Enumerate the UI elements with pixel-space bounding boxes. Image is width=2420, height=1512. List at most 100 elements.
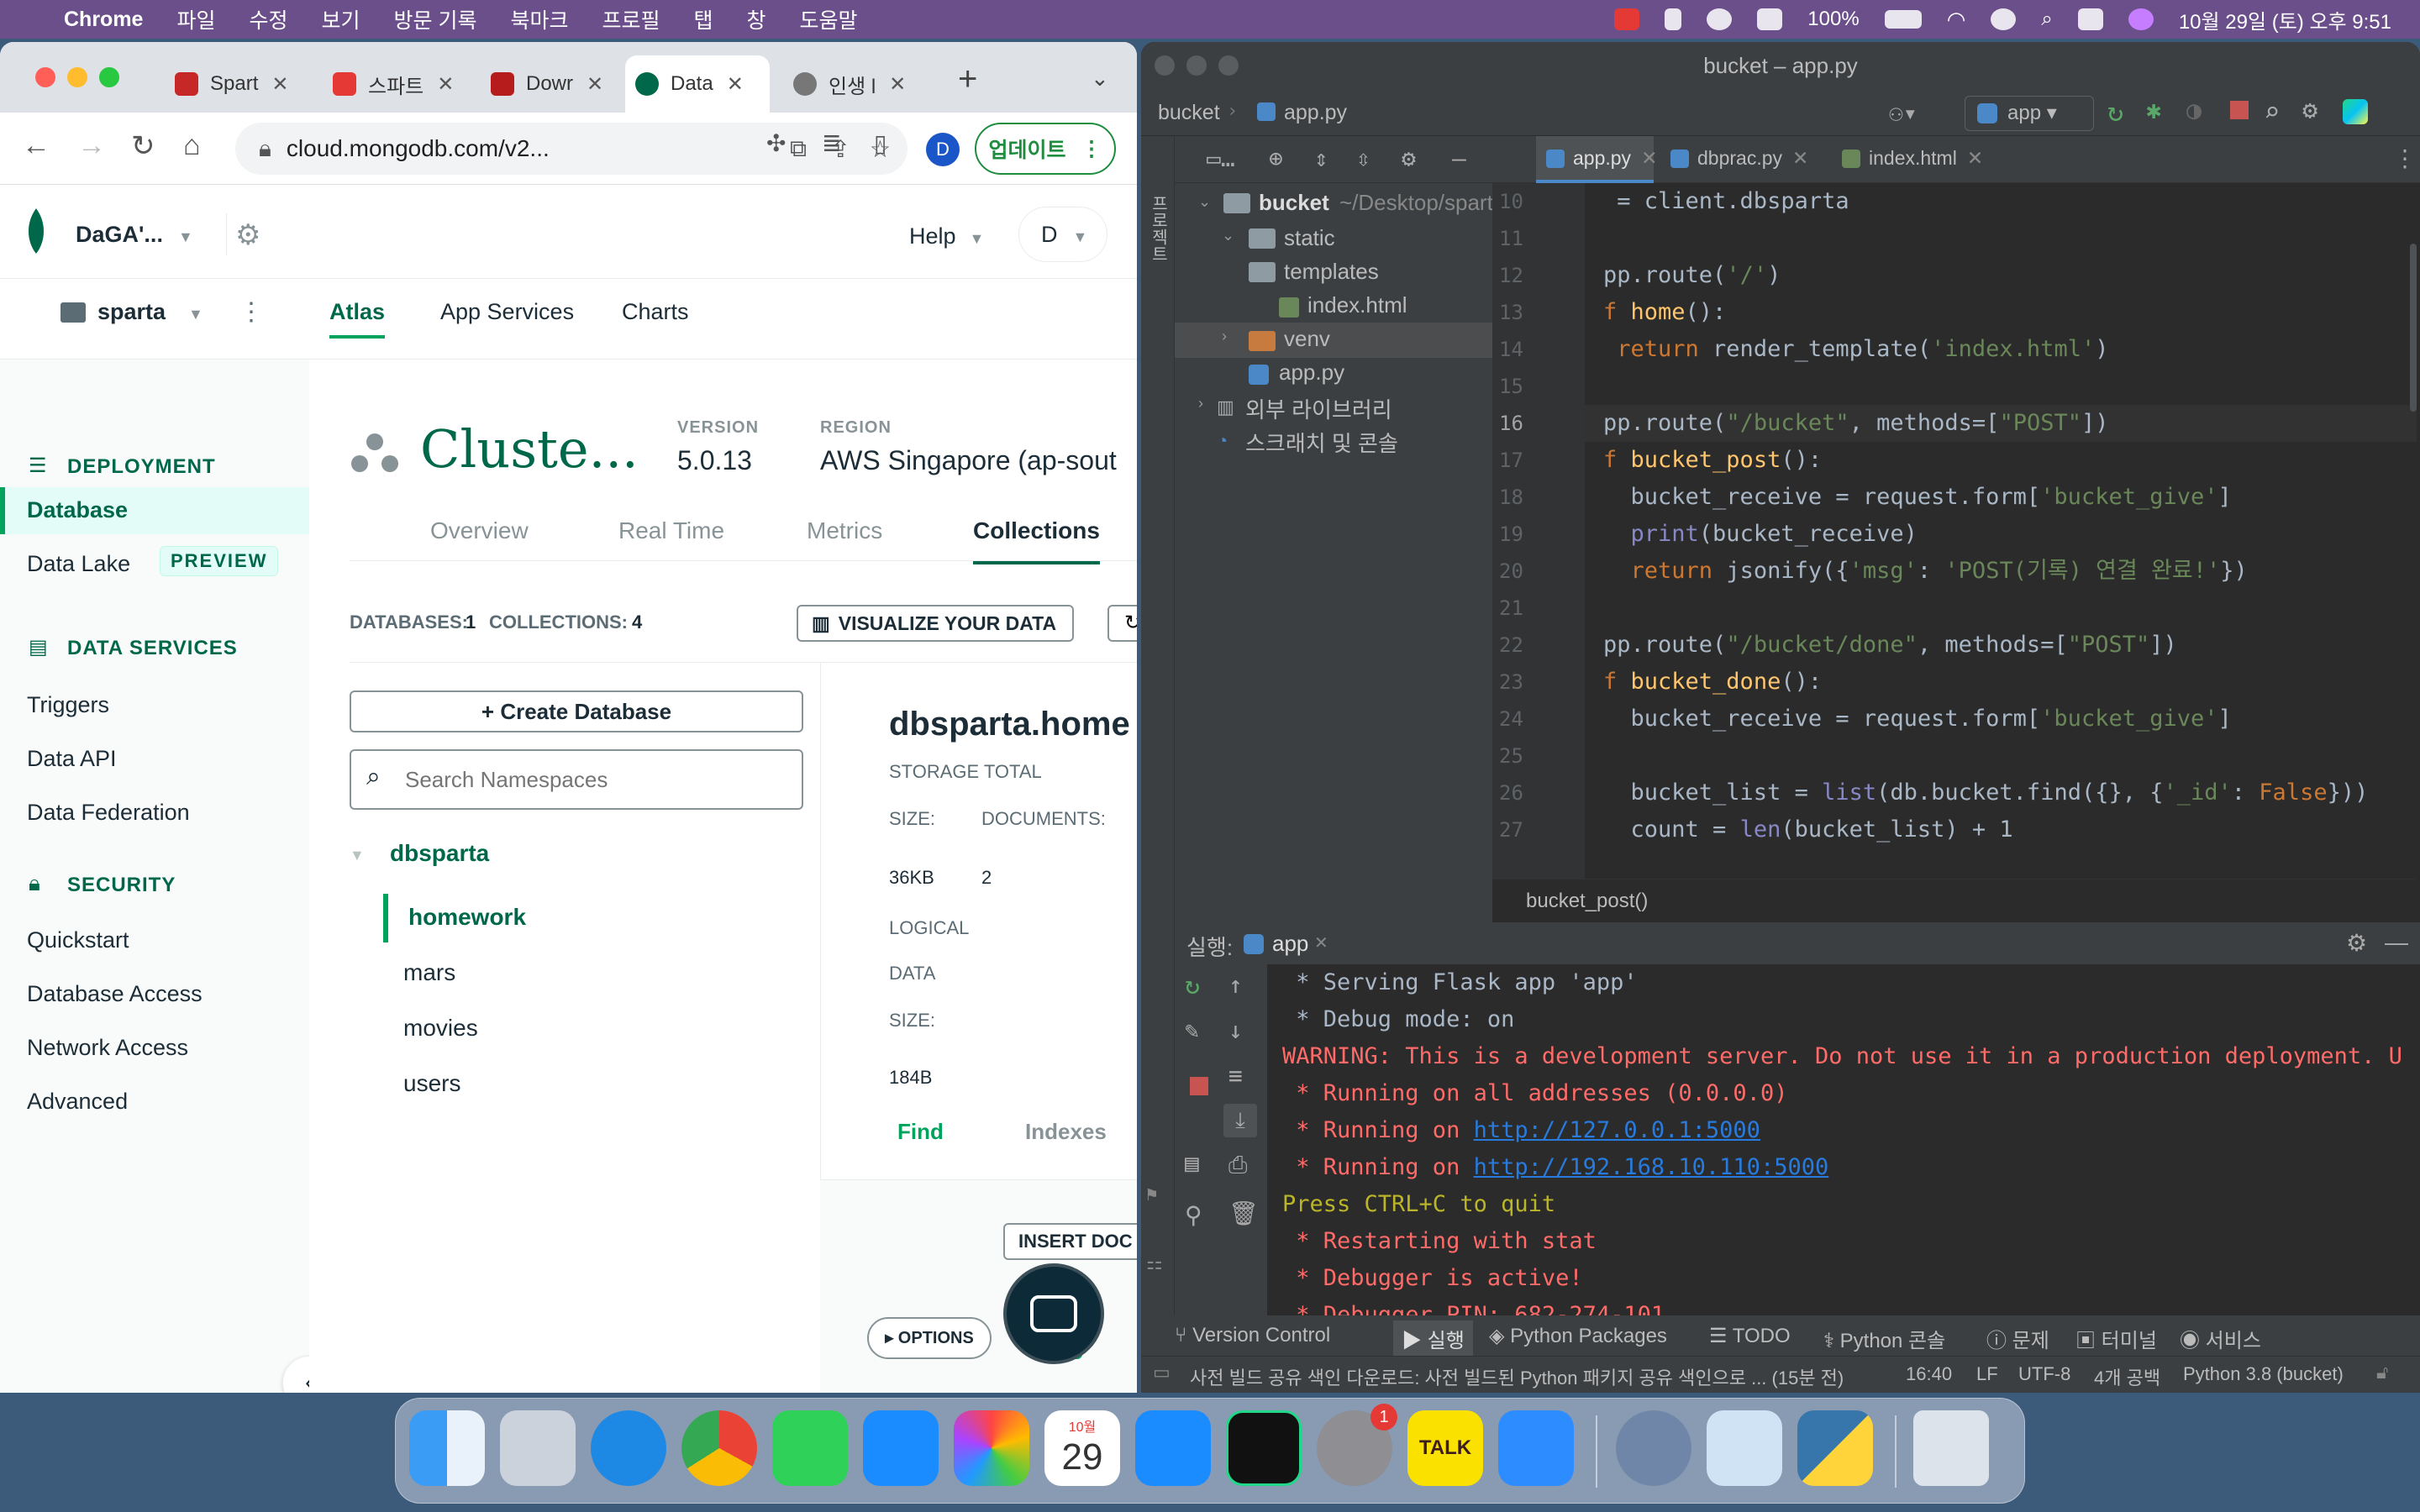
- org-selector[interactable]: DaGA'... ▼: [76, 213, 227, 255]
- kakaotalk-icon[interactable]: TALK: [1407, 1410, 1483, 1486]
- pycharm-icon[interactable]: [1226, 1410, 1302, 1486]
- mongodb-leaf-icon[interactable]: [24, 207, 49, 257]
- tree-root[interactable]: bucket: [1259, 190, 1329, 216]
- tree-item-external-libraries[interactable]: 외부 라이브러리: [1245, 393, 1392, 424]
- chat-support-button[interactable]: [1003, 1263, 1104, 1364]
- input-source-icon[interactable]: [1757, 8, 1783, 30]
- tab-overview[interactable]: Overview: [430, 517, 529, 544]
- tool-todo[interactable]: ☰ TODO: [1709, 1324, 1791, 1348]
- user-icon[interactable]: [1991, 8, 2017, 30]
- notification-icon[interactable]: [1614, 8, 1640, 30]
- bookmarks-icon[interactable]: ⚑: [1146, 1184, 1157, 1205]
- menu-item-history[interactable]: 방문 기록: [394, 4, 477, 34]
- sidebar-item-database-access[interactable]: Database Access: [27, 981, 203, 1007]
- safari-icon[interactable]: [591, 1410, 666, 1486]
- print-icon[interactable]: ⎙: [1228, 1151, 1247, 1179]
- unlock-icon[interactable]: 🔓︎: [2376, 1362, 2388, 1383]
- settings-icon[interactable]: ⚙: [2302, 96, 2317, 125]
- browser-tab[interactable]: Spart ✕: [165, 55, 309, 113]
- structure-icon[interactable]: ⚏: [1146, 1253, 1163, 1274]
- menu-item-file[interactable]: 파일: [176, 4, 215, 34]
- zoom-icon[interactable]: [1498, 1410, 1574, 1486]
- close-tab-icon[interactable]: ✕: [1792, 147, 1808, 169]
- side-panel-icon[interactable]: ▯: [874, 129, 886, 157]
- arrow-down-icon[interactable]: ↓: [1228, 1016, 1243, 1044]
- nav-tab-charts[interactable]: Charts: [622, 299, 689, 325]
- mail-icon[interactable]: [863, 1410, 939, 1486]
- profile-avatar[interactable]: D: [926, 133, 960, 166]
- system-settings-icon[interactable]: 1: [1317, 1404, 1397, 1486]
- fork-icon[interactable]: [1665, 8, 1682, 30]
- menu-item-view[interactable]: 보기: [322, 4, 360, 34]
- zoom-window-button[interactable]: [99, 67, 119, 87]
- caret-down-icon[interactable]: ▼: [350, 847, 365, 864]
- search-icon[interactable]: ⌕: [2041, 8, 2052, 31]
- tool-problems[interactable]: ⓘ 문제: [1986, 1324, 2049, 1353]
- status-message[interactable]: 사전 빌드 공유 색인 다운로드: 사전 빌드된 Python 패키지 공유 색…: [1190, 1363, 1879, 1390]
- options-button[interactable]: ▸ OPTIONS: [867, 1317, 992, 1359]
- gear-icon[interactable]: ⚙: [1402, 144, 1416, 172]
- breadcrumb-project[interactable]: bucket: [1158, 101, 1220, 125]
- debug-icon[interactable]: ✱: [2146, 96, 2161, 125]
- wrench-icon[interactable]: ✎: [1185, 1016, 1199, 1044]
- close-tab-icon[interactable]: ✕: [1641, 147, 1657, 169]
- create-database-button[interactable]: + Create Database: [350, 690, 803, 732]
- menu-item-profile[interactable]: 프로필: [602, 4, 660, 34]
- hide-icon[interactable]: —: [1452, 144, 1466, 172]
- status-interpreter[interactable]: Python 3.8 (bucket): [2183, 1363, 2344, 1385]
- nav-tab-app-services[interactable]: App Services: [440, 299, 574, 325]
- hide-icon[interactable]: —: [2385, 929, 2408, 956]
- tree-item-templates[interactable]: templates: [1284, 259, 1379, 285]
- sidebar-item-data-api[interactable]: Data API: [27, 746, 117, 772]
- expand-all-icon[interactable]: ⇕: [1314, 144, 1328, 172]
- nav-tab-atlas[interactable]: Atlas: [329, 299, 386, 339]
- update-button[interactable]: 업데이트 ⋮: [975, 123, 1116, 175]
- menu-item-help[interactable]: 도움말: [800, 4, 858, 34]
- kebab-menu-icon[interactable]: ⋮: [1081, 136, 1102, 161]
- tree-item-index-html[interactable]: index.html: [1307, 292, 1407, 318]
- reload-icon[interactable]: ↻: [131, 129, 155, 163]
- caret-down-icon[interactable]: ▼: [188, 306, 203, 323]
- trash-icon[interactable]: [1913, 1410, 1989, 1486]
- chrome-icon[interactable]: [681, 1410, 757, 1486]
- collection-item-users[interactable]: users: [403, 1070, 460, 1097]
- menu-clock[interactable]: 10월 29일 (토) 오후 9:51: [2179, 5, 2391, 34]
- refresh-button[interactable]: ↻: [1107, 605, 1137, 642]
- status-line-separator[interactable]: LF: [1976, 1363, 1998, 1385]
- tree-item-app-py[interactable]: app.py: [1279, 360, 1344, 386]
- sidebar-item-network-access[interactable]: Network Access: [27, 1035, 188, 1061]
- media-control-icon[interactable]: ≣: [822, 129, 841, 157]
- status-encoding[interactable]: UTF-8: [2018, 1363, 2070, 1385]
- console-link[interactable]: http://192.168.10.110:5000: [1474, 1154, 1829, 1180]
- collapse-all-icon[interactable]: ⇳: [1356, 144, 1370, 172]
- siri-icon[interactable]: [2128, 8, 2154, 30]
- editor-tab-dbprac-py[interactable]: dbprac.py ✕: [1660, 136, 1825, 183]
- finder-icon[interactable]: [409, 1410, 485, 1486]
- collection-item-homework[interactable]: homework: [408, 904, 526, 931]
- browser-tab[interactable]: 스파트 ✕: [323, 55, 467, 113]
- menu-item-window[interactable]: 창: [747, 4, 766, 34]
- insert-document-button[interactable]: INSERT DOC: [1003, 1223, 1137, 1260]
- close-window-button[interactable]: [35, 67, 55, 87]
- collection-item-movies[interactable]: movies: [403, 1015, 478, 1042]
- stop-icon[interactable]: [2230, 101, 2249, 119]
- sidebar-item-triggers[interactable]: Triggers: [27, 692, 109, 718]
- editor-tab-app-py[interactable]: app.py ✕: [1536, 136, 1657, 183]
- stop-icon[interactable]: [1190, 1077, 1208, 1095]
- menu-item-bookmarks[interactable]: 북마크: [510, 4, 568, 34]
- rerun-icon[interactable]: ↻: [2107, 96, 2123, 128]
- menu-app-name[interactable]: Chrome: [64, 8, 143, 32]
- jetbrains-toolbox-icon[interactable]: [2343, 99, 2368, 124]
- help-menu[interactable]: Help ▼: [909, 223, 984, 249]
- user-menu[interactable]: D ▼: [1018, 207, 1107, 262]
- tab-close-icon[interactable]: ✕: [727, 72, 744, 97]
- launchpad-icon[interactable]: [500, 1410, 576, 1486]
- tab-real-time[interactable]: Real Time: [618, 517, 724, 544]
- tab-close-icon[interactable]: ✕: [587, 72, 603, 97]
- visualize-data-button[interactable]: ▥ VISUALIZE YOUR DATA: [797, 605, 1074, 642]
- soft-wrap-icon[interactable]: ≡: [1228, 1062, 1243, 1089]
- vcs-user-icon[interactable]: ⚇▾: [1889, 99, 1918, 127]
- browser-tab-active[interactable]: Data ✕: [625, 55, 770, 113]
- code-breadcrumb[interactable]: bucket_post(): [1492, 879, 2417, 922]
- editor-tab-index-html[interactable]: index.html ✕: [1832, 136, 2000, 183]
